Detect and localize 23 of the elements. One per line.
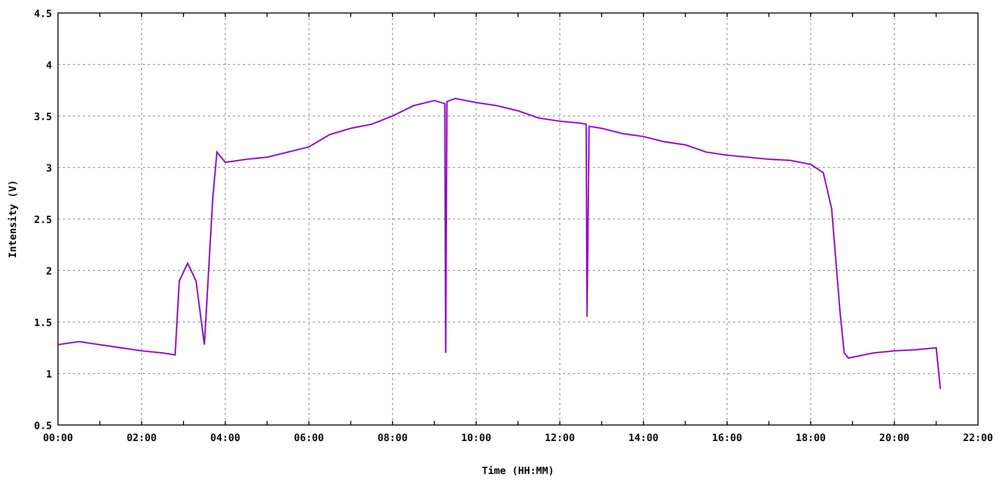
y-tick-label: 2	[46, 266, 52, 278]
y-tick-label: 2.5	[34, 215, 52, 226]
y-axis-title: Intensity (V)	[8, 180, 19, 258]
y-tick-label: 3.5	[34, 112, 52, 123]
x-tick-label: 08:00	[378, 433, 408, 444]
x-axis-title: Time (HH:MM)	[482, 466, 554, 477]
y-tick-label: 4	[46, 60, 52, 72]
y-tick-label: 1	[46, 370, 52, 380]
y-tick-label: 0.5	[34, 421, 52, 432]
x-tick-label: 14:00	[628, 433, 658, 444]
x-tick-label: 16:00	[712, 433, 742, 444]
y-tick-label: 4.5	[34, 9, 52, 20]
x-tick-label: 22:00	[962, 433, 994, 444]
x-tick-label: 04:00	[210, 433, 240, 444]
x-tick-label: 06:00	[294, 433, 324, 444]
y-tick-label: 3	[46, 164, 52, 174]
x-tick-label: 12:00	[544, 433, 575, 444]
x-tick-label: 10:00	[461, 433, 492, 444]
x-tick-label: 00:00	[42, 433, 74, 444]
y-tick-label: 1.5	[34, 318, 52, 329]
x-tick-label: 02:00	[126, 433, 157, 444]
x-tick-label: 18:00	[796, 433, 826, 444]
x-tick-label: 20:00	[879, 433, 910, 444]
